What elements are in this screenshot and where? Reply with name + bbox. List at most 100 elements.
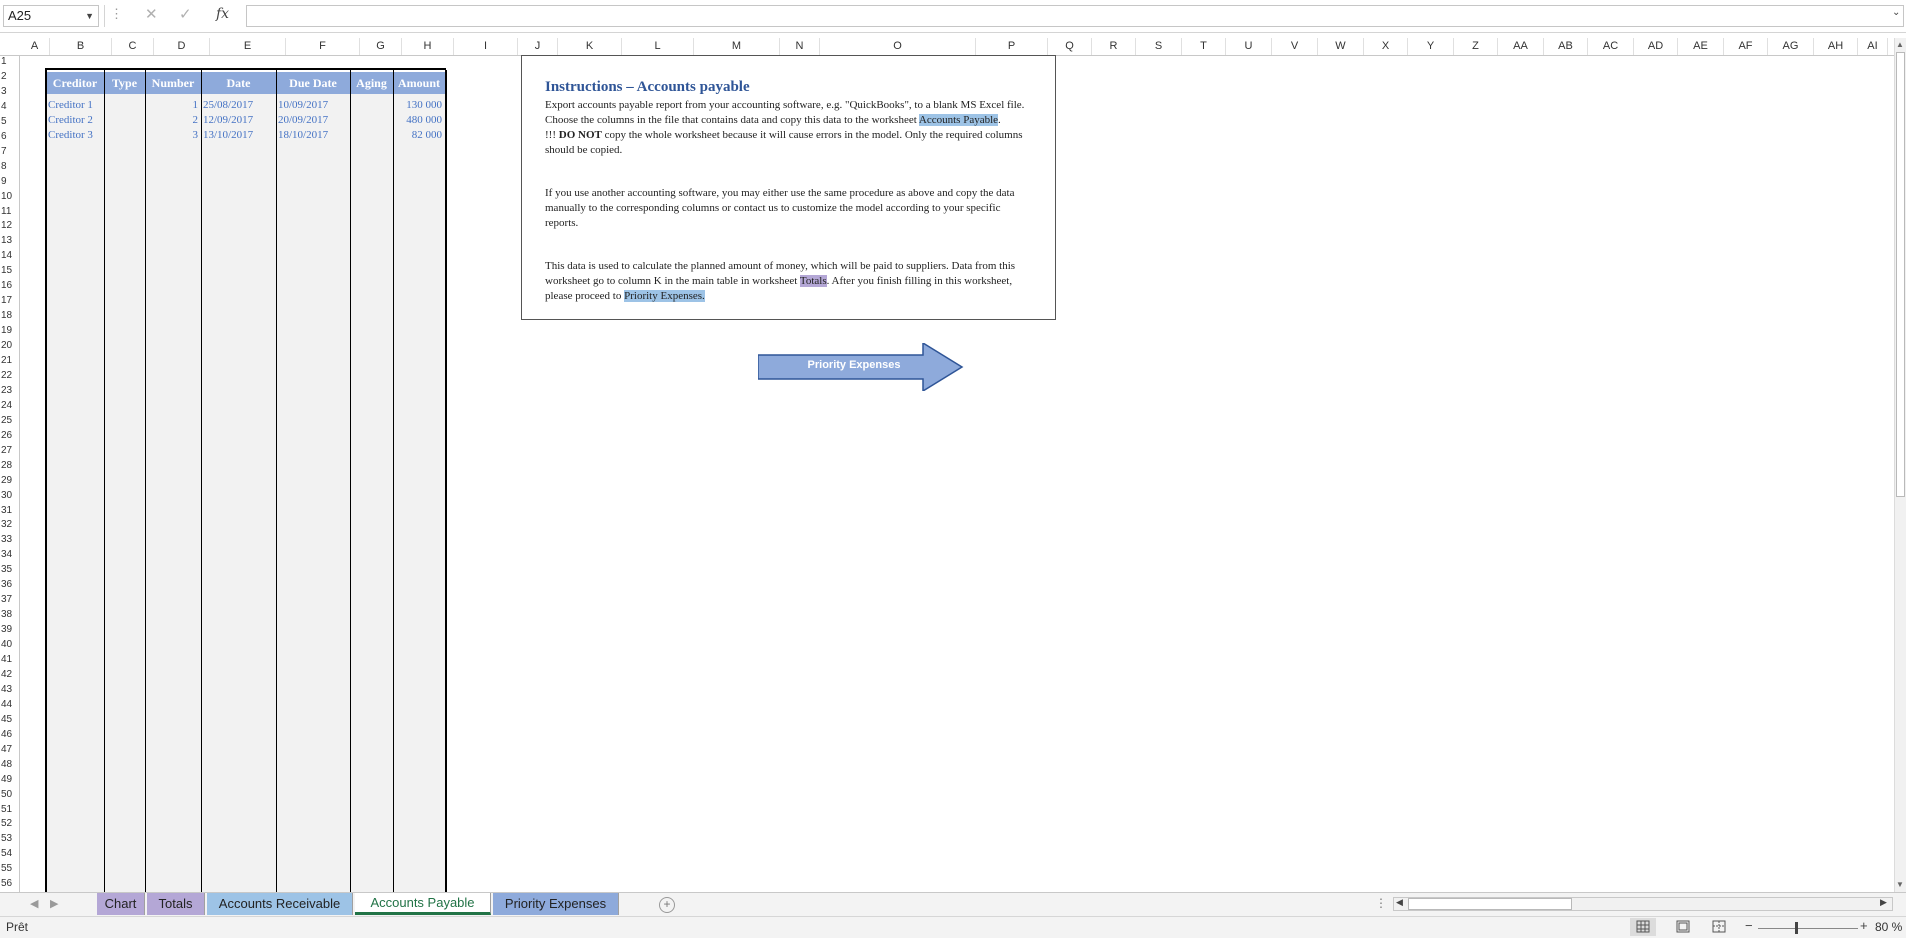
column-header-b[interactable]: B xyxy=(50,38,112,55)
column-header-n[interactable]: N xyxy=(780,38,820,55)
row-header-36[interactable]: 36 xyxy=(0,578,20,593)
tab-splitter-icon[interactable]: ⋮ xyxy=(1375,896,1387,910)
row-header-32[interactable]: 32 xyxy=(0,518,20,533)
row-header-13[interactable]: 13 xyxy=(0,234,20,249)
column-header-h[interactable]: H xyxy=(402,38,454,55)
add-sheet-icon[interactable]: + xyxy=(659,897,675,913)
cell-due-date[interactable]: 18/10/2017 xyxy=(278,128,347,142)
row-header-6[interactable]: 6 xyxy=(0,130,20,145)
chevron-down-icon[interactable]: ▼ xyxy=(85,6,94,26)
cell-creditor[interactable]: Creditor 2 xyxy=(48,113,101,127)
column-header-l[interactable]: L xyxy=(622,38,694,55)
column-header-x[interactable]: X xyxy=(1364,38,1408,55)
table-header-number[interactable]: Number xyxy=(145,72,201,94)
cell-creditor[interactable]: Creditor 1 xyxy=(48,98,101,112)
column-header-z[interactable]: Z xyxy=(1454,38,1498,55)
cell-amount[interactable]: 130 000 xyxy=(395,98,442,112)
table-header-type[interactable]: Type xyxy=(104,72,145,94)
row-header-17[interactable]: 17 xyxy=(0,294,20,309)
enter-icon[interactable]: ✓ xyxy=(179,5,192,23)
normal-view-icon[interactable] xyxy=(1630,918,1656,936)
cell-due-date[interactable]: 20/09/2017 xyxy=(278,113,347,127)
row-header-54[interactable]: 54 xyxy=(0,847,20,862)
column-header-c[interactable]: C xyxy=(112,38,154,55)
row-header-43[interactable]: 43 xyxy=(0,683,20,698)
column-header-o[interactable]: O xyxy=(820,38,976,55)
table-header-amount[interactable]: Amount xyxy=(393,72,445,94)
scroll-down-icon[interactable]: ▼ xyxy=(1896,880,1904,889)
column-header-f[interactable]: F xyxy=(286,38,360,55)
row-header-26[interactable]: 26 xyxy=(0,429,20,444)
sheet-tab-accounts-payable[interactable]: Accounts Payable xyxy=(355,893,491,915)
row-header-55[interactable]: 55 xyxy=(0,862,20,877)
row-header-5[interactable]: 5 xyxy=(0,115,20,130)
column-header-r[interactable]: R xyxy=(1092,38,1136,55)
zoom-slider-handle[interactable] xyxy=(1795,922,1798,934)
row-header-18[interactable]: 18 xyxy=(0,309,20,324)
column-header-u[interactable]: U xyxy=(1226,38,1272,55)
cell-number[interactable]: 2 xyxy=(147,113,199,127)
row-header-7[interactable]: 7 xyxy=(0,145,20,160)
row-header-50[interactable]: 50 xyxy=(0,788,20,803)
row-header-8[interactable]: 8 xyxy=(0,160,20,175)
column-header-s[interactable]: S xyxy=(1136,38,1182,55)
column-header-ah[interactable]: AH xyxy=(1814,38,1858,55)
scroll-left-icon[interactable]: ◀ xyxy=(1396,897,1403,908)
column-header-g[interactable]: G xyxy=(360,38,402,55)
row-header-25[interactable]: 25 xyxy=(0,414,20,429)
row-header-56[interactable]: 56 xyxy=(0,877,20,892)
cell-number[interactable]: 3 xyxy=(147,128,199,142)
row-header-45[interactable]: 45 xyxy=(0,713,20,728)
row-header-39[interactable]: 39 xyxy=(0,623,20,638)
row-header-53[interactable]: 53 xyxy=(0,832,20,847)
row-header-9[interactable]: 9 xyxy=(0,175,20,190)
row-header-20[interactable]: 20 xyxy=(0,339,20,354)
row-header-1[interactable]: 1 xyxy=(0,55,20,70)
column-header-j[interactable]: J xyxy=(518,38,558,55)
row-header-38[interactable]: 38 xyxy=(0,608,20,623)
column-header-w[interactable]: W xyxy=(1318,38,1364,55)
row-header-30[interactable]: 30 xyxy=(0,489,20,504)
totals-link[interactable]: Totals xyxy=(799,275,827,287)
column-header-a[interactable]: A xyxy=(20,38,50,55)
cell-date[interactable]: 13/10/2017 xyxy=(203,128,273,142)
row-header-11[interactable]: 11 xyxy=(0,205,20,220)
row-header-16[interactable]: 16 xyxy=(0,279,20,294)
row-header-49[interactable]: 49 xyxy=(0,773,20,788)
row-header-29[interactable]: 29 xyxy=(0,474,20,489)
next-sheet-icon[interactable]: ▶ xyxy=(50,897,58,910)
arrow-button-label[interactable]: Priority Expenses xyxy=(758,359,950,371)
column-header-ac[interactable]: AC xyxy=(1588,38,1634,55)
table-header-due-date[interactable]: Due Date xyxy=(276,72,350,94)
row-header-46[interactable]: 46 xyxy=(0,728,20,743)
column-header-v[interactable]: V xyxy=(1272,38,1318,55)
sheet-tab-totals[interactable]: Totals xyxy=(147,893,205,915)
insert-function-icon[interactable]: fx xyxy=(216,6,229,22)
scroll-up-icon[interactable]: ▲ xyxy=(1896,40,1904,49)
cell-amount[interactable]: 82 000 xyxy=(395,128,442,142)
row-header-52[interactable]: 52 xyxy=(0,817,20,832)
formula-input[interactable] xyxy=(246,5,1904,27)
zoom-slider[interactable] xyxy=(1758,928,1858,929)
row-header-22[interactable]: 22 xyxy=(0,369,20,384)
name-box[interactable]: A25 ▼ xyxy=(3,5,99,27)
row-header-33[interactable]: 33 xyxy=(0,533,20,548)
scroll-right-icon[interactable]: ▶ xyxy=(1880,897,1887,908)
row-header-27[interactable]: 27 xyxy=(0,444,20,459)
column-header-aa[interactable]: AA xyxy=(1498,38,1544,55)
cancel-icon[interactable]: ✕ xyxy=(145,5,158,23)
more-options-icon[interactable]: ⋮ xyxy=(110,6,123,22)
cell-due-date[interactable]: 10/09/2017 xyxy=(278,98,347,112)
table-header-creditor[interactable]: Creditor xyxy=(46,72,104,94)
cell-date[interactable]: 12/09/2017 xyxy=(203,113,273,127)
row-header-31[interactable]: 31 xyxy=(0,504,20,519)
column-header-ae[interactable]: AE xyxy=(1678,38,1724,55)
column-header-i[interactable]: I xyxy=(454,38,518,55)
row-header-10[interactable]: 10 xyxy=(0,190,20,205)
row-header-44[interactable]: 44 xyxy=(0,698,20,713)
row-header-42[interactable]: 42 xyxy=(0,668,20,683)
row-header-35[interactable]: 35 xyxy=(0,563,20,578)
column-header-e[interactable]: E xyxy=(210,38,286,55)
column-header-m[interactable]: M xyxy=(694,38,780,55)
zoom-in-button[interactable]: + xyxy=(1860,918,1868,933)
